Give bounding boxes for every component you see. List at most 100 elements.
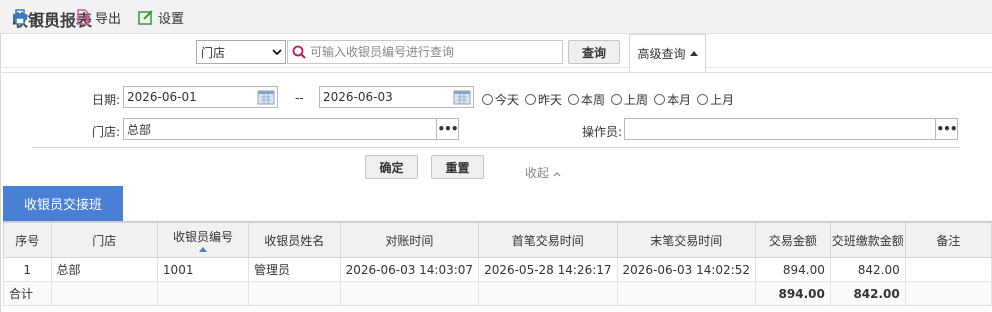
- calendar-icon[interactable]: [453, 89, 471, 105]
- cell-index: 1: [3, 257, 52, 282]
- total-label: 合计: [3, 281, 52, 306]
- radio-label: 昨天: [538, 93, 563, 107]
- search-input[interactable]: [310, 45, 550, 59]
- export-button[interactable]: 导出: [75, 8, 122, 27]
- radio-last-week[interactable]: 上周: [611, 91, 648, 108]
- empty-cell: [156, 281, 249, 306]
- tab-label: 收银员交接班: [23, 198, 102, 213]
- search-icon: [292, 45, 306, 59]
- column-header[interactable]: 末笔交易时间: [616, 222, 756, 258]
- date-from-value: 2026-06-01: [127, 90, 197, 104]
- print-button[interactable]: 打印: [12, 8, 59, 27]
- radio-circle: [697, 94, 708, 105]
- date-label: 日期:: [92, 93, 121, 107]
- table-header-row: 序号 门店 收银员编号 收银员姓名 对账时间 首笔交易时间 末笔交易时间 交易金…: [3, 222, 992, 258]
- radio-label: 上周: [624, 93, 649, 107]
- column-header-sorted[interactable]: 收银员编号: [156, 222, 249, 258]
- empty-cell: [616, 281, 756, 306]
- edit-icon: [138, 10, 153, 25]
- empty-cell: [904, 281, 992, 306]
- radio-label: 本月: [667, 93, 692, 107]
- radio-today[interactable]: 今天: [482, 91, 519, 108]
- radio-circle: [611, 94, 622, 105]
- printer-icon: [13, 9, 27, 25]
- panel-divider: [0, 72, 992, 73]
- confirm-label: 确定: [379, 160, 404, 175]
- radio-yesterday[interactable]: 昨天: [525, 91, 562, 108]
- reset-button[interactable]: 重置: [431, 155, 484, 179]
- column-header[interactable]: 交班缴款金额: [829, 222, 906, 258]
- search-field[interactable]: [287, 40, 563, 64]
- column-header[interactable]: 收银员姓名: [247, 222, 341, 258]
- chevron-up-icon: [553, 172, 561, 177]
- radio-label: 今天: [495, 93, 520, 107]
- store-select[interactable]: 门店: [196, 40, 286, 64]
- empty-cell: [50, 281, 158, 306]
- date-separator: --: [295, 91, 304, 105]
- radio-label: 上月: [710, 93, 735, 107]
- radio-circle: [654, 94, 665, 105]
- collapse-label: 收起: [525, 166, 550, 180]
- settings-button[interactable]: 设置: [138, 8, 185, 27]
- column-header-label: 收银员编号: [172, 230, 233, 244]
- store-label: 门店:: [92, 125, 121, 139]
- tab-cashier-shift[interactable]: 收银员交接班: [3, 186, 123, 221]
- settings-label: 设置: [158, 11, 185, 27]
- more-icon[interactable]: •••: [935, 119, 958, 139]
- total-payment-amount: 842.00: [829, 281, 906, 306]
- radio-label: 本周: [581, 93, 606, 107]
- column-header[interactable]: 首笔交易时间: [478, 222, 618, 258]
- filter-divider: [32, 147, 960, 148]
- advanced-search-tab[interactable]: 高级查询: [629, 34, 706, 73]
- caret-up-icon: [689, 51, 698, 56]
- empty-cell: [478, 281, 618, 306]
- cell-remark: [904, 257, 992, 282]
- column-header[interactable]: 序号: [3, 222, 52, 258]
- total-txn-amount: 894.00: [754, 281, 831, 306]
- more-icon[interactable]: •••: [436, 119, 459, 139]
- date-from-input[interactable]: 2026-06-01: [123, 86, 278, 108]
- radio-last-month[interactable]: 上月: [697, 91, 734, 108]
- cell-store: 总部: [50, 257, 158, 282]
- sort-ascending-icon: [198, 247, 207, 252]
- empty-cell: [247, 281, 341, 306]
- column-header[interactable]: 交易金额: [754, 222, 831, 258]
- chevron-down-icon: [269, 41, 285, 63]
- query-button[interactable]: 查询: [568, 40, 620, 64]
- column-header[interactable]: 备注: [904, 222, 992, 258]
- empty-cell: [339, 281, 480, 306]
- store-picker-value: 总部: [127, 122, 152, 137]
- table-row[interactable]: 1 总部 1001 管理员 2026-06-03 14:03:07 2026-0…: [3, 257, 992, 282]
- date-to-value: 2026-06-03: [323, 90, 393, 104]
- total-row: 合计 894.00 842.00: [3, 281, 992, 306]
- cell-cashier-id: 1001: [156, 257, 249, 282]
- radio-circle: [482, 94, 493, 105]
- cell-reconcile-time: 2026-06-03 14:03:07: [339, 257, 480, 282]
- store-picker[interactable]: 总部 •••: [123, 118, 459, 140]
- radio-this-month[interactable]: 本月: [654, 91, 691, 108]
- query-label: 查询: [581, 45, 606, 60]
- cell-last-txn-time: 2026-06-03 14:02:52: [616, 257, 756, 282]
- store-select-value: 门店: [201, 45, 226, 60]
- cell-payment-amount: 842.00: [829, 257, 906, 282]
- cell-txn-amount: 894.00: [754, 257, 831, 282]
- export-label: 导出: [95, 11, 122, 27]
- calendar-icon[interactable]: [257, 89, 275, 105]
- cell-cashier-name: 管理员: [247, 257, 341, 282]
- report-table: 序号 门店 收银员编号 收银员姓名 对账时间 首笔交易时间 末笔交易时间 交易金…: [3, 222, 992, 306]
- operator-picker[interactable]: •••: [624, 118, 958, 140]
- column-header[interactable]: 门店: [50, 222, 158, 258]
- radio-circle: [525, 94, 536, 105]
- operator-label: 操作员:: [582, 125, 623, 139]
- column-header[interactable]: 对账时间: [339, 222, 480, 258]
- export-icon: [77, 9, 91, 25]
- print-label: 打印: [32, 11, 59, 27]
- confirm-button[interactable]: 确定: [365, 155, 418, 179]
- cell-first-txn-time: 2026-05-28 14:26:17: [478, 257, 618, 282]
- reset-label: 重置: [445, 160, 470, 175]
- date-to-input[interactable]: 2026-06-03: [319, 86, 474, 108]
- collapse-toggle[interactable]: 收起: [525, 164, 561, 181]
- advanced-search-label: 高级查询: [637, 47, 686, 61]
- radio-circle: [568, 94, 579, 105]
- radio-this-week[interactable]: 本周: [568, 91, 605, 108]
